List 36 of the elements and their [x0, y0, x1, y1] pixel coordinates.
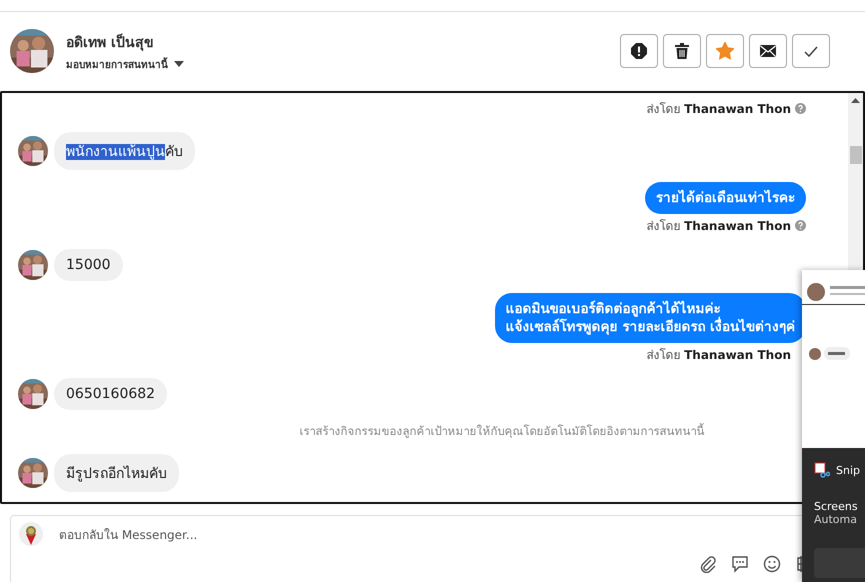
system-note: เราสร้างกิจกรรมของลูกค้าเป้าหมายให้กับคุณโดยอัตโนมัติโดยอิงตามการสนทนานี้	[298, 422, 706, 440]
sender-note: ส่งโดย Thanawan Thon	[646, 347, 791, 364]
sender-avatar	[18, 379, 48, 409]
star-button[interactable]	[706, 34, 744, 68]
sender-note: ส่งโดย Thanawan Thon	[646, 101, 791, 118]
sender-avatar	[18, 250, 48, 280]
done-button[interactable]	[792, 34, 830, 68]
attachment-icon[interactable]	[699, 555, 717, 573]
sender-avatar	[18, 458, 48, 488]
sender-note: ส่งโดย Thanawan Thon	[646, 218, 791, 235]
emoji-icon[interactable]	[763, 555, 781, 573]
message-bubble: 15000	[54, 249, 123, 281]
envelope-icon	[760, 45, 776, 57]
report-button[interactable]	[620, 34, 658, 68]
alert-icon	[631, 43, 647, 59]
speech-bubble-icon[interactable]	[731, 555, 749, 573]
message-bubble: รายได้ต่อเดือนเท่าไรคะ	[645, 182, 806, 214]
assign-dropdown[interactable]: มอบหมายการสนทนานี้	[66, 56, 184, 72]
app-name: Snip	[836, 464, 860, 476]
contact-name: อดิเทพ เป็นสุข	[66, 32, 155, 52]
page-avatar	[19, 522, 43, 546]
contact-avatar	[10, 29, 54, 73]
notification-panel[interactable]: Snip Screens Automa	[802, 270, 865, 582]
checkmark-icon	[804, 46, 818, 56]
notification-title: Screens	[814, 500, 858, 513]
notification-text: Automa	[814, 513, 857, 526]
message-bubble: 0650160682	[54, 378, 168, 410]
message-bubble: พนักงานแพ้นปูนคับ	[54, 132, 195, 170]
sender-avatar	[18, 136, 48, 166]
scroll-thumb[interactable]	[850, 146, 862, 164]
caret-icon	[174, 61, 184, 67]
message-bubble: มีรูปรถอีกไหมคับ	[54, 454, 179, 492]
scroll-up-icon	[851, 98, 860, 103]
mail-button[interactable]	[749, 34, 787, 68]
delete-button[interactable]	[663, 34, 701, 68]
trash-icon	[675, 43, 689, 59]
